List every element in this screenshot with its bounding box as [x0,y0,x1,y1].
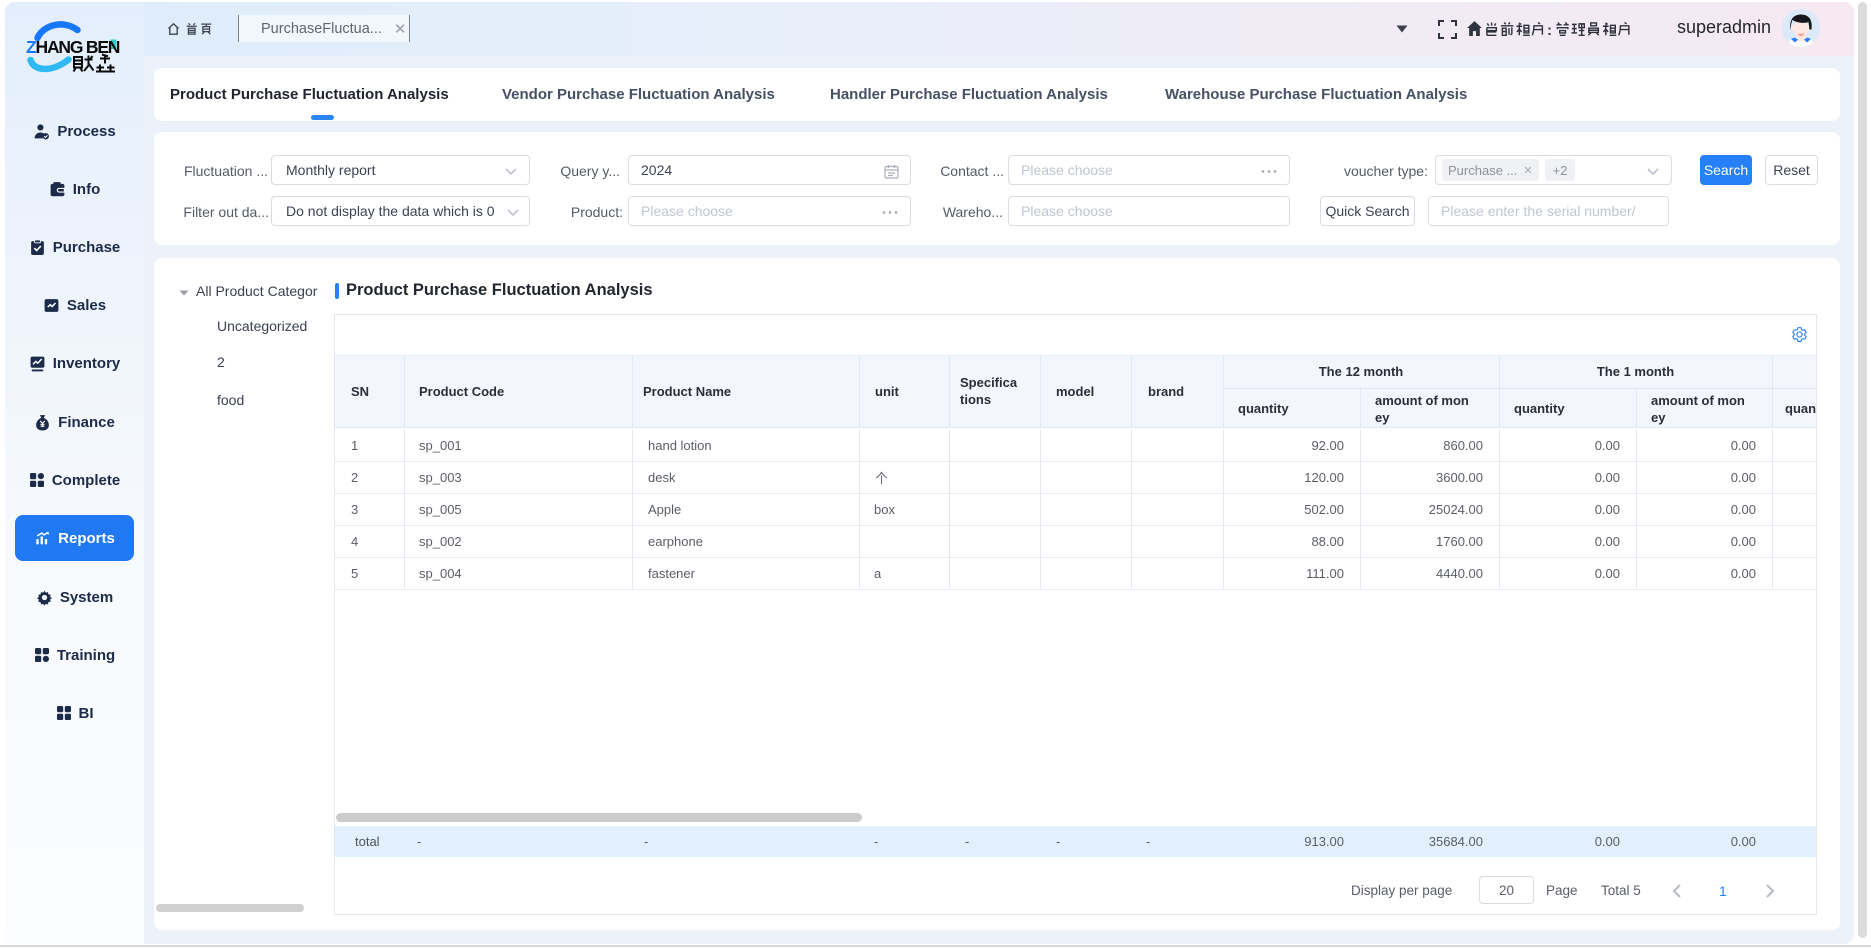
svg-text:ZHANG BEN: ZHANG BEN [26,37,120,57]
